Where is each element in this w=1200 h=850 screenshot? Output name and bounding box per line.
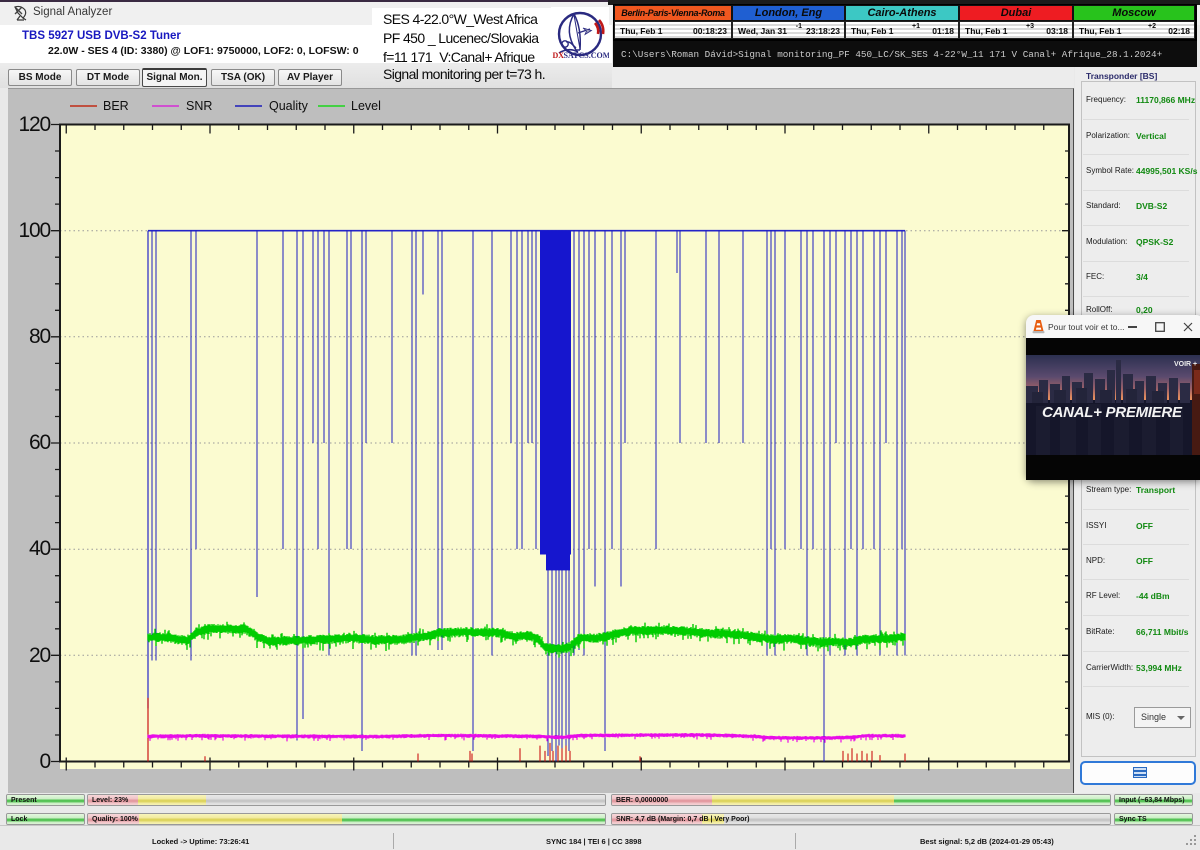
svg-text:CANAL+ PREMIERE: CANAL+ PREMIERE: [1042, 404, 1183, 421]
svg-text:DX: DX: [553, 51, 565, 60]
svg-text:VOIR +: VOIR +: [1174, 361, 1197, 368]
svg-text:SATCS.COM: SATCS.COM: [564, 51, 610, 60]
